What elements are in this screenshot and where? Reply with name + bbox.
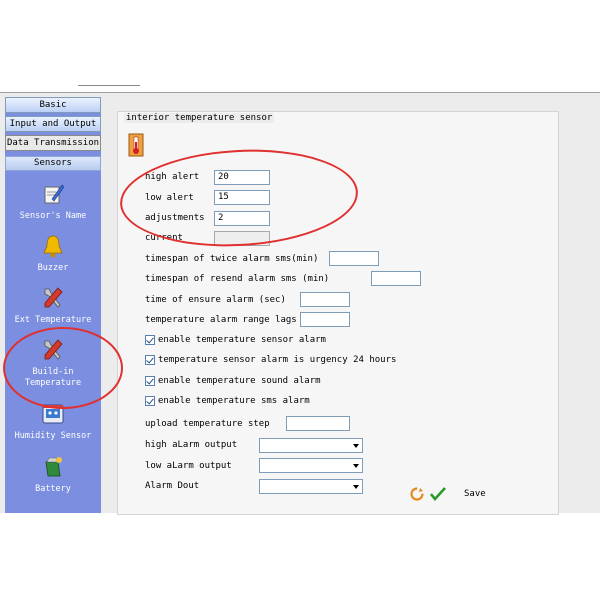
- high-alert-label: high alert: [145, 172, 200, 182]
- pen-icon: [44, 184, 65, 204]
- checkbox-label: enable temperature sms alarm: [158, 396, 310, 406]
- battery-icon: [45, 457, 62, 477]
- sidebar-item-buzzer[interactable]: Buzzer: [5, 233, 101, 274]
- high-alert-input[interactable]: 20: [214, 170, 270, 185]
- alarm-dout-select[interactable]: [259, 479, 363, 494]
- thermometer-icon: [128, 133, 144, 157]
- bell-icon: [43, 235, 63, 258]
- checkbox-box[interactable]: [145, 396, 155, 406]
- high-output-label: high aLarm output: [145, 440, 238, 450]
- checkbox-enable-sensor-alarm[interactable]: enable temperature sensor alarm: [145, 335, 326, 345]
- timespan-resend-input[interactable]: [371, 271, 421, 286]
- alarm-dout-label: Alarm Dout: [145, 481, 200, 491]
- tab-data-transmission[interactable]: Data Transmission: [5, 135, 101, 151]
- tab-input-output[interactable]: Input and Output: [5, 116, 101, 132]
- top-divider: [78, 85, 140, 86]
- checkbox-box[interactable]: [145, 355, 155, 365]
- app-window: Basic Input and Output Data Transmission…: [0, 92, 600, 515]
- current-value: [214, 231, 270, 246]
- sidebar-item-label: Battery: [35, 484, 71, 494]
- sidebar-item-label: Humidity Sensor: [14, 431, 92, 441]
- time-ensure-input[interactable]: [300, 292, 350, 307]
- checkbox-sound-alarm[interactable]: enable temperature sound alarm: [145, 376, 321, 386]
- chevron-down-icon: [353, 444, 359, 448]
- sidebar-item-label: Buzzer: [37, 263, 69, 273]
- checkbox-label: temperature sensor alarm is urgency 24 h…: [158, 355, 397, 365]
- checkbox-sms-alarm[interactable]: enable temperature sms alarm: [145, 396, 310, 406]
- save-button[interactable]: Save: [464, 489, 486, 499]
- sidebar: Basic Input and Output Data Transmission…: [5, 97, 101, 513]
- checkbox-label: enable temperature sound alarm: [158, 376, 321, 386]
- checkbox-box[interactable]: [145, 335, 155, 345]
- low-alert-input[interactable]: 15: [214, 190, 270, 205]
- upload-step-input[interactable]: [286, 416, 350, 431]
- chevron-down-icon: [353, 485, 359, 489]
- sidebar-item-battery[interactable]: Battery: [5, 454, 101, 495]
- sidebar-item-label: Sensor's Name: [19, 211, 87, 221]
- sidebar-item-label: Build-in Temperature: [24, 367, 82, 388]
- refresh-icon[interactable]: [410, 487, 424, 501]
- sidebar-item-build-in-temperature[interactable]: Build-in Temperature: [5, 337, 101, 389]
- wrench-icon: [44, 287, 63, 308]
- low-alert-label: low alert: [145, 193, 194, 203]
- sensors-header[interactable]: Sensors: [5, 156, 101, 171]
- low-output-select[interactable]: [259, 458, 363, 473]
- check-icon[interactable]: [430, 487, 446, 501]
- timespan-twice-label: timespan of twice alarm sms(min): [145, 254, 319, 264]
- wrench-icon: [44, 339, 63, 360]
- high-output-select[interactable]: [259, 438, 363, 453]
- checkbox-label: enable temperature sensor alarm: [158, 335, 326, 345]
- range-lags-label: temperature alarm range lags: [145, 315, 297, 325]
- current-label: current: [145, 233, 183, 243]
- checkbox-box[interactable]: [145, 376, 155, 386]
- adjustments-label: adjustments: [145, 213, 205, 223]
- timespan-resend-label: timespan of resend alarm sms (min): [145, 274, 330, 284]
- timespan-twice-input[interactable]: [329, 251, 379, 266]
- low-output-label: low aLarm output: [145, 461, 232, 471]
- time-ensure-label: time of ensure alarm (sec): [145, 295, 286, 305]
- checkbox-urgency-24h[interactable]: temperature sensor alarm is urgency 24 h…: [145, 355, 396, 365]
- group-title: interior temperature sensor: [124, 113, 275, 123]
- save-area: Save: [410, 487, 486, 501]
- upload-step-label: upload temperature step: [145, 419, 270, 429]
- sidebar-item-label: Ext Temperature: [14, 315, 92, 325]
- sidebar-item-humidity-sensor[interactable]: Humidity Sensor: [5, 401, 101, 442]
- chevron-down-icon: [353, 464, 359, 468]
- range-lags-input[interactable]: [300, 312, 350, 327]
- sidebar-item-sensors-name[interactable]: Sensor's Name: [5, 181, 101, 222]
- tab-basic[interactable]: Basic: [5, 97, 101, 113]
- adjustments-input[interactable]: 2: [214, 211, 270, 226]
- sidebar-item-ext-temperature[interactable]: Ext Temperature: [5, 285, 101, 326]
- humidity-icon: [42, 404, 64, 424]
